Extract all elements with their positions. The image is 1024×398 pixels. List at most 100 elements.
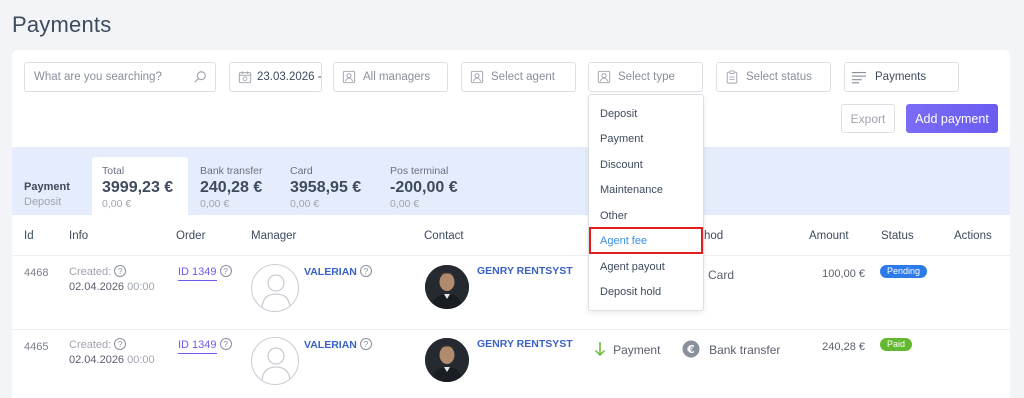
clipboard-icon — [726, 70, 738, 84]
managers-filter-value: All managers — [363, 71, 431, 83]
managers-filter[interactable]: All managers — [333, 62, 448, 92]
row-manager: VALERIAN? — [304, 338, 372, 351]
type-filter[interactable]: Select type — [588, 62, 703, 92]
type-option-discount[interactable]: Discount — [600, 159, 643, 171]
svg-text:€: € — [686, 343, 695, 356]
row-created: Created:? — [69, 265, 127, 278]
col-header-id[interactable]: Id — [24, 230, 34, 242]
row-contact: GENRY RENTSYST — [477, 265, 573, 277]
summary-pos-header: Pos terminal — [390, 165, 449, 177]
summary-bank-sub: 0,00 € — [200, 198, 230, 210]
summary-pos-sub: 0,00 € — [390, 198, 420, 210]
type-option-deposit[interactable]: Deposit — [600, 108, 637, 120]
order-link[interactable]: ID 1349 — [178, 266, 217, 281]
col-header-info[interactable]: Info — [69, 230, 88, 242]
manager-name[interactable]: VALERIAN — [304, 266, 357, 278]
list-icon — [851, 71, 867, 84]
manager-avatar — [251, 337, 299, 385]
status-badge: Pending — [880, 265, 928, 278]
order-link[interactable]: ID 1349 — [178, 339, 217, 354]
status-filter[interactable]: Select status — [716, 62, 831, 92]
highlight-box — [589, 227, 703, 254]
page-title: Payments — [12, 12, 112, 37]
created-time: 00:00 — [127, 281, 155, 293]
default-user-icon — [261, 347, 291, 381]
help-icon[interactable]: ? — [359, 265, 372, 277]
type-option-maintenance[interactable]: Maintenance — [600, 184, 663, 196]
summary-card-value: 3958,95 € — [290, 179, 362, 196]
search-placeholder: What are you searching? — [34, 71, 162, 83]
help-icon[interactable]: ? — [219, 338, 232, 350]
help-icon[interactable]: ? — [359, 338, 372, 350]
summary-bank-transfer: Bank transfer 240,28 € 0,00 € — [200, 165, 262, 210]
contact-avatar — [425, 338, 469, 382]
summary-total-value: 3999,23 € — [102, 179, 174, 196]
summary-card-header: Card — [290, 165, 313, 177]
row-method: Card — [708, 268, 735, 282]
row-amount: 100,00 € — [822, 268, 865, 280]
summary-card: Card 3958,95 € 0,00 € — [290, 165, 361, 210]
help-icon[interactable]: ? — [114, 265, 127, 277]
agent-filter[interactable]: Select agent — [461, 62, 576, 92]
contact-photo — [425, 338, 469, 382]
header-divider — [12, 255, 1010, 256]
created-label: Created: — [69, 266, 112, 278]
user-card-icon — [470, 70, 484, 84]
type-option-payment[interactable]: Payment — [600, 133, 643, 145]
type-option-deposit-hold[interactable]: Deposit hold — [600, 286, 661, 298]
created-date: 02.04.2026 — [69, 281, 125, 293]
contact-name[interactable]: GENRY RENTSYST — [477, 265, 573, 277]
user-card-icon — [597, 70, 611, 84]
contact-name[interactable]: GENRY RENTSYST — [477, 338, 573, 350]
row-created-date: 02.04.2026 00:00 — [69, 281, 155, 293]
search-icon — [194, 71, 206, 83]
status-filter-placeholder: Select status — [746, 71, 812, 83]
row-order: ID 1349? — [178, 338, 232, 354]
euro-coin-icon: € — [682, 340, 700, 358]
col-header-amount[interactable]: Amount — [809, 230, 849, 242]
row-method: € Bank transfer — [682, 340, 780, 358]
add-payment-button[interactable]: Add payment — [906, 104, 998, 133]
summary-panel: Payment Deposit Total 3999,23 € 0,00 € B… — [12, 147, 1010, 215]
created-date: 02.04.2026 — [69, 354, 125, 366]
status-badge: Paid — [880, 338, 913, 351]
type-filter-placeholder: Select type — [618, 71, 675, 83]
row-id[interactable]: 4468 — [24, 267, 48, 279]
col-header-status[interactable]: Status — [881, 230, 914, 242]
type-option-agent-payout[interactable]: Agent payout — [600, 261, 665, 273]
agent-filter-placeholder: Select agent — [491, 71, 555, 83]
user-card-icon — [342, 70, 356, 84]
summary-total: Total 3999,23 € 0,00 € — [102, 165, 173, 210]
col-header-contact[interactable]: Contact — [424, 230, 464, 242]
col-header-manager[interactable]: Manager — [251, 230, 296, 242]
calendar-icon — [238, 71, 252, 84]
summary-label: Payment — [24, 181, 70, 193]
arrow-down-icon — [594, 342, 606, 357]
created-label: Created: — [69, 339, 112, 351]
payment-method: Bank transfer — [709, 343, 781, 357]
summary-total-sub: 0,00 € — [102, 198, 132, 210]
created-time: 00:00 — [127, 354, 155, 366]
summary-pos-value: -200,00 € — [390, 179, 458, 196]
search-input[interactable]: What are you searching? — [24, 62, 216, 92]
summary-bank-value: 240,28 € — [200, 179, 263, 196]
export-button[interactable]: Export — [841, 104, 895, 133]
row-status: Paid — [880, 338, 913, 351]
row-contact: GENRY RENTSYST — [477, 338, 573, 350]
col-header-method[interactable]: hod — [704, 230, 723, 242]
view-filter[interactable]: Payments — [844, 62, 959, 92]
help-icon[interactable]: ? — [114, 338, 127, 350]
type-option-other[interactable]: Other — [600, 210, 628, 222]
payments-card: What are you searching? 23.03.2026 - All… — [12, 50, 1010, 398]
view-filter-value: Payments — [875, 71, 927, 83]
date-range-value: 23.03.2026 - — [257, 71, 321, 83]
date-range-filter[interactable]: 23.03.2026 - — [229, 62, 322, 92]
summary-bank-header: Bank transfer — [200, 165, 263, 177]
row-id[interactable]: 4465 — [24, 341, 48, 353]
col-header-actions: Actions — [954, 230, 992, 242]
help-icon[interactable]: ? — [219, 265, 232, 277]
summary-card-sub: 0,00 € — [290, 198, 320, 210]
col-header-order[interactable]: Order — [176, 230, 205, 242]
contact-photo — [425, 265, 469, 309]
manager-name[interactable]: VALERIAN — [304, 339, 357, 351]
